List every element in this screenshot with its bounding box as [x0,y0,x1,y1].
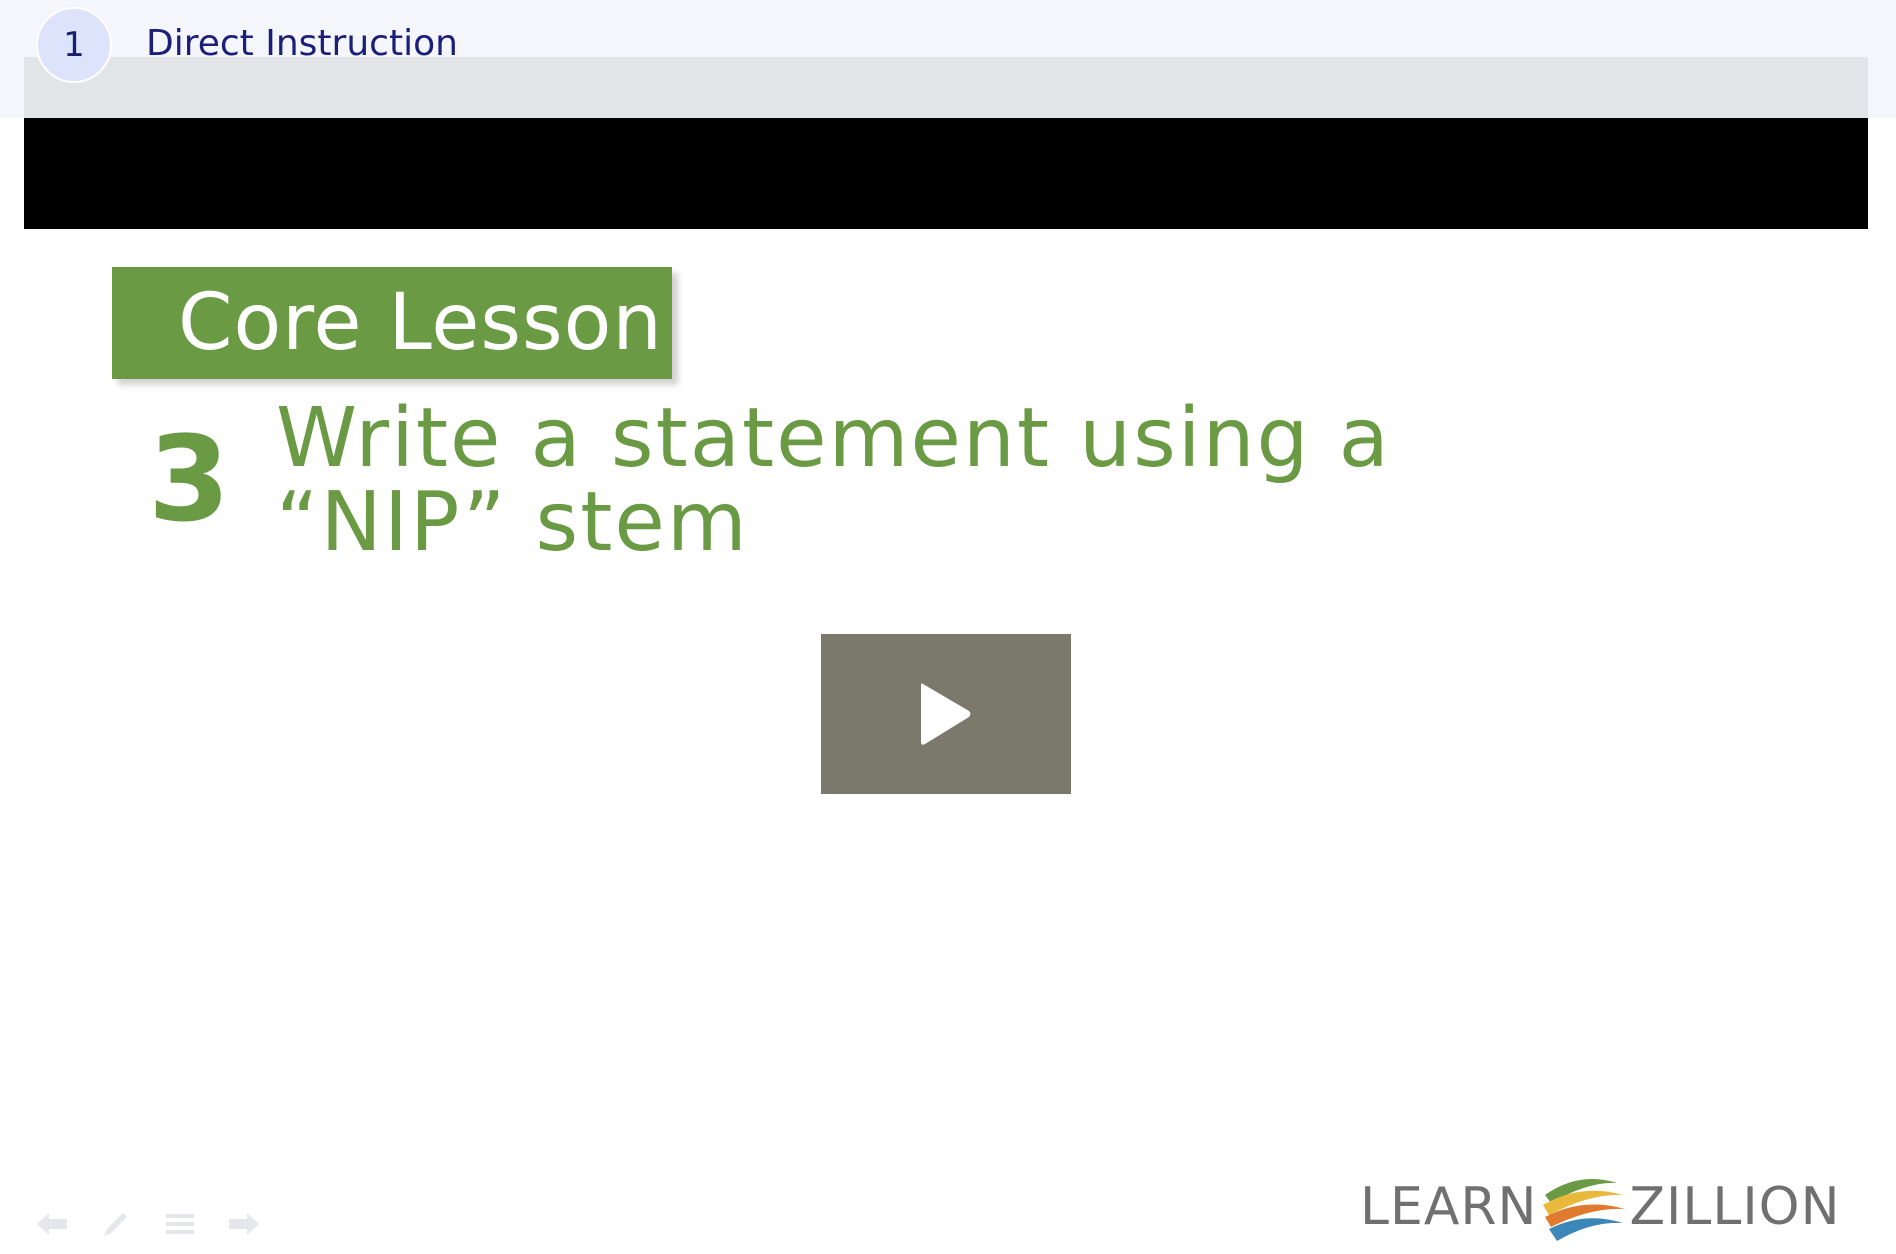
forward-arrow-icon[interactable] [226,1207,262,1241]
slide-controls [34,1207,262,1241]
learnzillion-logo: LEARN ZILLION [1360,1165,1846,1249]
step-number-badge: 1 [36,7,112,83]
pen-icon[interactable] [98,1207,134,1241]
logo-learn-text: LEARN [1360,1177,1538,1237]
slide-step-number: 3 [148,410,231,548]
video-player[interactable]: Core Lesson 3 Write a statement using a … [24,118,1868,1254]
play-icon [921,683,971,745]
play-button[interactable] [821,634,1071,794]
back-arrow-icon[interactable] [34,1207,70,1241]
video-slide: Core Lesson 3 Write a statement using a … [24,229,1868,1254]
menu-lines-icon[interactable] [162,1207,198,1241]
page: 1 Direct Instruction Core Lesson 3 Write… [0,0,1896,1254]
slide-step-text: Write a statement using a “NIP” stem [276,391,1391,570]
video-letterbox-bar [24,118,1868,229]
core-lesson-tag: Core Lesson [112,267,672,379]
logo-zillion-text: ZILLION [1629,1177,1841,1237]
section-title: Direct Instruction [146,23,458,64]
header-divider-bar [24,57,1868,118]
logo-swoosh-icon [1543,1179,1626,1241]
